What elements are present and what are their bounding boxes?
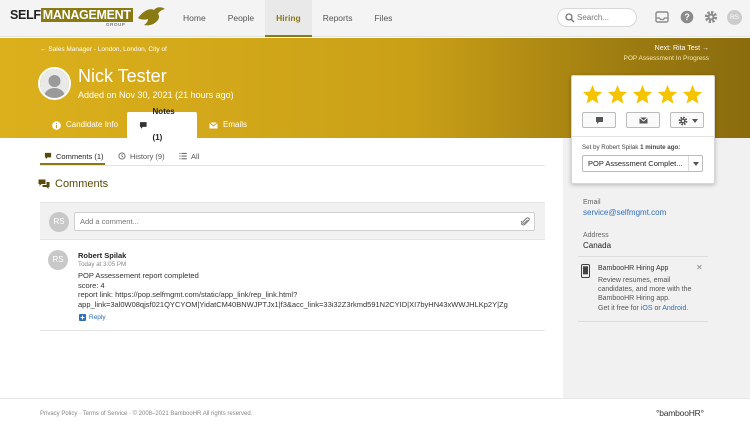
- main-nav: Home People Hiring Reports Files: [172, 0, 403, 37]
- subtab-all[interactable]: All: [179, 149, 199, 163]
- sidebar-divider: [578, 256, 708, 257]
- footer-links[interactable]: Privacy Policy · Terms of Service · © 20…: [40, 411, 252, 417]
- tab-candidate-info-label: Candidate Info: [66, 120, 119, 129]
- top-nav: SELF MANAGEMENT GROUP Home People Hiring …: [0, 0, 750, 37]
- envelope-icon: [209, 121, 218, 128]
- card-divider: [572, 136, 714, 137]
- email-label: Email: [583, 199, 601, 206]
- nav-people[interactable]: People: [217, 0, 265, 37]
- tab-candidate-info[interactable]: Candidate Info: [40, 112, 130, 138]
- subtab-history-label: History (9): [130, 151, 165, 161]
- nav-reports[interactable]: Reports: [312, 0, 364, 37]
- candidate-name: Nick Tester: [78, 66, 167, 86]
- star-icon[interactable]: [582, 84, 603, 105]
- subtab-history[interactable]: History (9): [118, 149, 165, 163]
- inbox-icon[interactable]: [655, 10, 669, 24]
- eagle-logo-icon: [138, 7, 165, 26]
- tab-notes-label: Notes (1): [152, 107, 175, 142]
- star-icon[interactable]: [632, 84, 653, 105]
- comment-line: score: 4: [78, 280, 105, 290]
- status-set-by: Set by Robert Spilak 1 minute ago:: [582, 144, 681, 151]
- logo-text: SELF MANAGEMENT: [10, 8, 133, 22]
- address-label: Address: [583, 232, 609, 239]
- settings-dropdown-button[interactable]: [670, 112, 704, 128]
- note-icon: [139, 121, 147, 129]
- tab-emails[interactable]: Emails: [197, 112, 259, 138]
- search-input[interactable]: [577, 11, 633, 24]
- search-icon: [565, 13, 575, 23]
- tab-emails-label: Emails: [223, 120, 248, 129]
- reply-label: Reply: [89, 314, 106, 321]
- comments-title: Comments: [55, 178, 109, 190]
- candidate-avatar: [38, 67, 71, 100]
- promo-body: Review resumes, email candidates, and mo…: [598, 277, 692, 303]
- promo-get-app: Get it free for iOS or Android.: [598, 305, 689, 312]
- comment-input[interactable]: [74, 212, 535, 231]
- email-link[interactable]: service@selfmgmt.com: [583, 208, 666, 217]
- note-icon: [596, 117, 603, 124]
- send-email-button[interactable]: [626, 112, 660, 128]
- subtab-divider: [40, 165, 545, 166]
- comments-icon: [38, 179, 50, 189]
- svg-text:?: ?: [684, 12, 690, 22]
- rating-card: Set by Robert Spilak 1 minute ago: POP A…: [571, 75, 715, 184]
- android-link[interactable]: Android.: [662, 305, 688, 312]
- subtab-comments[interactable]: Comments (1): [44, 149, 104, 163]
- list-icon: [179, 152, 187, 160]
- search-box[interactable]: [557, 8, 637, 27]
- next-candidate-link[interactable]: Next: Rita Test →: [655, 45, 709, 52]
- reply-link[interactable]: Reply: [79, 314, 106, 321]
- history-icon: [118, 152, 126, 160]
- comment-divider: [40, 330, 545, 331]
- ios-link[interactable]: iOS: [641, 305, 653, 312]
- envelope-icon: [639, 117, 648, 124]
- comment-line: report link: https://pop.selfmgmt.com/st…: [78, 290, 298, 299]
- comment-author: Robert Spilak: [78, 251, 127, 260]
- avatar: RS: [48, 250, 68, 270]
- close-icon[interactable]: ✕: [696, 263, 703, 272]
- tab-notes[interactable]: Notes (1): [127, 107, 197, 142]
- breadcrumb-back-link[interactable]: ← Sales Manager - London, London, City o…: [40, 46, 167, 53]
- address-value: Canada: [583, 241, 612, 250]
- subtab-all-label: All: [191, 151, 200, 161]
- info-icon: [52, 120, 61, 130]
- comment-body: POP Assessement report completed score: …: [78, 271, 518, 309]
- user-avatar[interactable]: RS: [727, 10, 742, 25]
- status-select[interactable]: POP Assessment Complet...: [582, 155, 703, 172]
- nav-home[interactable]: Home: [172, 0, 217, 37]
- footer-divider: [0, 398, 750, 399]
- phone-icon: [581, 264, 590, 278]
- comment-line: app_link=3al0W08qjsf021QYCYOM|YidatCM40B…: [78, 299, 508, 309]
- help-icon[interactable]: ?: [680, 10, 694, 24]
- caret-down-icon: [693, 162, 699, 166]
- avatar: RS: [49, 212, 69, 232]
- comment-icon: [44, 152, 52, 160]
- subtab-comments-label: Comments (1): [56, 151, 104, 161]
- logo-group-text: GROUP: [106, 22, 126, 27]
- reply-icon: [79, 314, 86, 321]
- star-icon[interactable]: [657, 84, 678, 105]
- star-icon[interactable]: [682, 84, 703, 105]
- nav-hiring[interactable]: Hiring: [265, 0, 312, 37]
- comment-time: Today at 3:05 PM: [78, 261, 127, 268]
- promo-title: BambooHR Hiring App: [598, 265, 669, 272]
- sidebar-divider: [578, 321, 708, 322]
- star-rating[interactable]: [582, 84, 703, 105]
- bamboohr-logo: °bambooHR°: [656, 408, 704, 418]
- add-comment-box: RS: [40, 202, 545, 240]
- gear-icon[interactable]: [704, 10, 718, 24]
- logo[interactable]: SELF MANAGEMENT GROUP: [10, 7, 165, 29]
- star-icon[interactable]: [607, 84, 628, 105]
- status-select-value: POP Assessment Complet...: [588, 159, 683, 168]
- paperclip-icon[interactable]: [521, 217, 530, 226]
- comments-heading: Comments: [38, 178, 108, 190]
- comment-line: POP Assessement report completed: [78, 271, 199, 280]
- person-icon: [40, 69, 69, 98]
- next-candidate-status: POP Assessment In Progress: [623, 55, 710, 62]
- gear-icon: [678, 116, 688, 126]
- nav-files[interactable]: Files: [363, 0, 403, 37]
- add-note-button[interactable]: [582, 112, 616, 128]
- select-caret: [688, 156, 702, 171]
- caret-down-icon: [692, 119, 698, 123]
